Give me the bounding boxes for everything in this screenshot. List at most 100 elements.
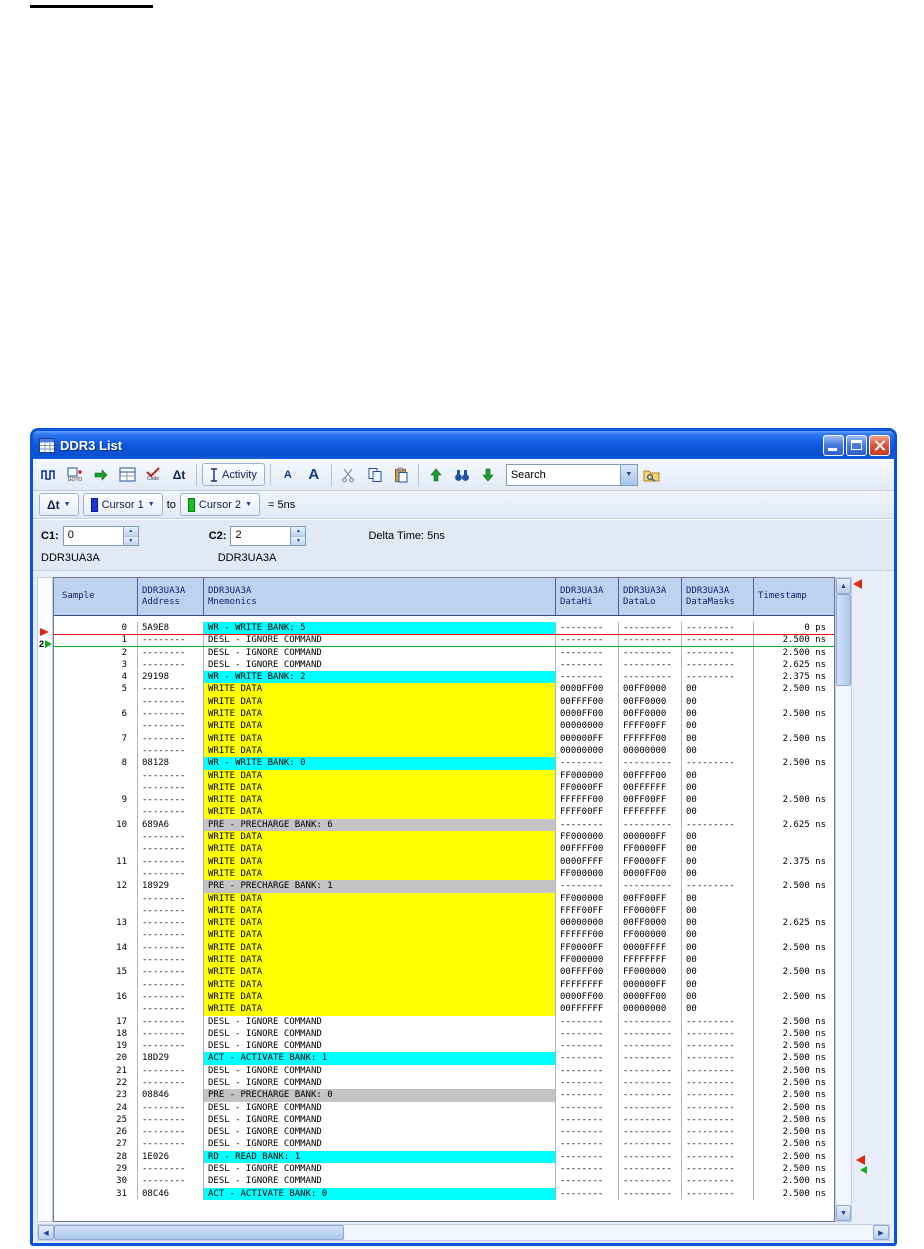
table-row[interactable]: -------- WRITE DATA FF000000 00FFFF00 00 bbox=[54, 769, 834, 782]
cursor1-margin-flag[interactable] bbox=[853, 579, 862, 589]
table-row[interactable]: 2 -------- DESL - IGNORE COMMAND -------- --… bbox=[54, 646, 834, 659]
scroll-right-icon[interactable]: ▶ bbox=[873, 1225, 889, 1240]
table-row[interactable]: 31 08C46 ACT - ACTIVATE BANK: 0 -------- ---… bbox=[54, 1187, 834, 1200]
c1-spin-down-icon[interactable]: ▼ bbox=[123, 536, 138, 545]
activity-button[interactable]: Activity bbox=[202, 463, 265, 486]
table-row[interactable]: 28 1E026 RD - READ BANK: 1 -------- --------… bbox=[54, 1150, 834, 1164]
c2-spin-down-icon[interactable]: ▼ bbox=[291, 536, 306, 545]
cursor1-dropdown[interactable]: Cursor 1 ▼ bbox=[82, 493, 163, 516]
cursor1-marker[interactable] bbox=[40, 628, 49, 636]
table-row[interactable]: 4 29198 WR - WRITE BANK: 2 -------- --------… bbox=[54, 671, 834, 684]
search-dropdown-button[interactable]: ▼ bbox=[619, 464, 637, 485]
table-row[interactable]: 29 -------- DESL - IGNORE COMMAND -------- -… bbox=[54, 1163, 834, 1176]
search-options-button[interactable] bbox=[640, 463, 664, 487]
table-row[interactable]: -------- WRITE DATA 00000000 00000000 00 bbox=[54, 744, 834, 758]
column-header-mnemonics[interactable]: DDR3UA3A Mnemonics bbox=[204, 578, 556, 615]
table-row[interactable]: 20 18D29 ACT - ACTIVATE BANK: 1 -------- ---… bbox=[54, 1052, 834, 1065]
vertical-scroll-thumb[interactable] bbox=[836, 594, 851, 686]
table-row[interactable]: -------- WRITE DATA 00FFFF00 FF0000FF 00 bbox=[54, 843, 834, 856]
table-row[interactable]: 7 -------- WRITE DATA 000000FF FFFFFF00 00 2.5… bbox=[54, 732, 834, 745]
table-row[interactable]: 13 -------- WRITE DATA 00000000 00FF0000 00 2.… bbox=[54, 917, 834, 930]
table-row[interactable]: 8 08128 WR - WRITE BANK: 0 -------- --------… bbox=[54, 757, 834, 770]
font-decrease-button[interactable]: A bbox=[276, 463, 300, 487]
c1-value[interactable]: 0 bbox=[64, 527, 123, 545]
c1-spin-up-icon[interactable]: ▲ bbox=[123, 527, 138, 537]
minimize-button[interactable] bbox=[823, 434, 844, 456]
paste-button[interactable] bbox=[389, 463, 413, 487]
cursor-gutter[interactable]: 2 bbox=[37, 577, 53, 1222]
table-row[interactable]: 17 -------- DESL - IGNORE COMMAND -------- -… bbox=[54, 1015, 834, 1028]
column-header-datalo[interactable]: DDR3UA3A DataLo bbox=[619, 578, 682, 615]
scroll-up-icon[interactable]: ▲ bbox=[836, 578, 851, 594]
scroll-left-icon[interactable]: ◀ bbox=[38, 1225, 54, 1240]
table-row[interactable]: 25 -------- DESL - IGNORE COMMAND -------- -… bbox=[54, 1113, 834, 1127]
table-row[interactable]: -------- WRITE DATA FFFF00FF FF0000FF 00 bbox=[54, 904, 834, 918]
c2-value[interactable]: 2 bbox=[231, 527, 290, 545]
title-bar[interactable]: DDR3 List bbox=[33, 431, 894, 459]
column-header-datahi[interactable]: DDR3UA3A DataHi bbox=[556, 578, 619, 615]
cursor2-line[interactable] bbox=[54, 646, 834, 647]
table-row[interactable]: 27 -------- DESL - IGNORE COMMAND -------- -… bbox=[54, 1138, 834, 1151]
table-row[interactable]: -------- WRITE DATA FFFFFFFF 000000FF 00 bbox=[54, 978, 834, 991]
table-row[interactable]: 11 -------- WRITE DATA 0000FFFF FF0000FF 00 2.… bbox=[54, 855, 834, 868]
vertical-scrollbar[interactable]: ▲ ▼ bbox=[835, 577, 852, 1222]
cursor-offscreen-green-marker[interactable] bbox=[860, 1166, 867, 1174]
table-row[interactable]: 23 08846 PRE - PRECHARGE BANK: 0 -------- --… bbox=[54, 1089, 834, 1102]
table-row[interactable]: 15 -------- WRITE DATA 00FFFF00 FF000000 00 2.… bbox=[54, 966, 834, 979]
code-button[interactable]: Code bbox=[141, 463, 165, 487]
table-row[interactable]: 21 -------- DESL - IGNORE COMMAND -------- -… bbox=[54, 1064, 834, 1077]
timing-columns-button[interactable] bbox=[37, 463, 61, 487]
table-row[interactable]: 5 -------- WRITE DATA 0000FF00 00FF0000 00 2.5… bbox=[54, 683, 834, 696]
goto-button[interactable]: GOTO bbox=[63, 463, 87, 487]
cursor2-marker[interactable]: 2 bbox=[39, 639, 53, 649]
scroll-down-icon[interactable]: ▼ bbox=[836, 1205, 851, 1221]
table-row[interactable]: -------- WRITE DATA FFFFFF00 FF000000 00 bbox=[54, 929, 834, 942]
table-row[interactable]: -------- WRITE DATA FFFF00FF FFFFFFFF 00 bbox=[54, 806, 834, 819]
properties-button[interactable] bbox=[115, 463, 139, 487]
column-header-datamasks[interactable]: DDR3UA3A DataMasks bbox=[682, 578, 754, 615]
table-row[interactable]: 14 -------- WRITE DATA FF0000FF 0000FFFF 00 2.… bbox=[54, 941, 834, 955]
table-row[interactable]: 10 689A6 PRE - PRECHARGE BANK: 6 -------- --… bbox=[54, 818, 834, 832]
table-row[interactable]: 24 -------- DESL - IGNORE COMMAND -------- -… bbox=[54, 1101, 834, 1114]
table-row[interactable]: -------- WRITE DATA FF000000 000000FF 00 bbox=[54, 831, 834, 844]
table-row[interactable]: -------- WRITE DATA 00000000 FFFF00FF 00 bbox=[54, 720, 834, 733]
close-button[interactable] bbox=[869, 434, 890, 456]
table-row[interactable]: -------- WRITE DATA FF0000FF 00FFFFFF 00 bbox=[54, 781, 834, 795]
table-row[interactable]: 9 -------- WRITE DATA FFFFFF00 00FF00FF 00 2.5… bbox=[54, 794, 834, 807]
table-row[interactable]: 0 5A9E8 WR - WRITE BANK: 5 -------- --------… bbox=[54, 622, 834, 635]
horizontal-scroll-track[interactable] bbox=[54, 1225, 873, 1240]
c2-spinbox[interactable]: 2 ▲ ▼ bbox=[230, 526, 307, 546]
table-row[interactable]: 3 -------- DESL - IGNORE COMMAND -------- --… bbox=[54, 658, 834, 672]
find-button[interactable] bbox=[450, 463, 474, 487]
table-row[interactable]: 16 -------- WRITE DATA 0000FF00 0000FF00 00 2.… bbox=[54, 990, 834, 1004]
font-increase-button[interactable]: A bbox=[302, 463, 326, 487]
table-row[interactable]: 22 -------- DESL - IGNORE COMMAND -------- -… bbox=[54, 1076, 834, 1090]
search-down-button[interactable] bbox=[476, 463, 500, 487]
cut-button[interactable] bbox=[337, 463, 361, 487]
vertical-scroll-track[interactable] bbox=[836, 594, 851, 1205]
table-row[interactable]: 26 -------- DESL - IGNORE COMMAND -------- -… bbox=[54, 1126, 834, 1139]
cursor1-line[interactable] bbox=[54, 634, 834, 635]
cursor-offscreen-red-marker[interactable] bbox=[856, 1155, 865, 1165]
maximize-button[interactable] bbox=[846, 434, 867, 456]
copy-button[interactable] bbox=[363, 463, 387, 487]
column-header-timestamp[interactable]: Timestamp bbox=[754, 578, 834, 615]
delta-time-tool-button[interactable]: Δt bbox=[167, 463, 191, 487]
table-row[interactable]: 30 -------- DESL - IGNORE COMMAND -------- -… bbox=[54, 1175, 834, 1188]
table-row[interactable]: 18 -------- DESL - IGNORE COMMAND -------- -… bbox=[54, 1027, 834, 1041]
table-row[interactable]: -------- WRITE DATA 00FFFFFF 00000000 00 bbox=[54, 1003, 834, 1016]
delta-t-dropdown[interactable]: Δt ▼ bbox=[39, 493, 79, 516]
c1-spinbox[interactable]: 0 ▲ ▼ bbox=[62, 526, 139, 546]
table-row[interactable]: -------- WRITE DATA FF000000 00FF00FF 00 bbox=[54, 892, 834, 905]
search-up-button[interactable] bbox=[424, 463, 448, 487]
table-row[interactable]: -------- WRITE DATA FF000000 0000FF00 00 bbox=[54, 867, 834, 881]
mark-button[interactable] bbox=[89, 463, 113, 487]
table-row[interactable]: -------- WRITE DATA FF000000 FFFFFFFF 00 bbox=[54, 954, 834, 967]
search-input[interactable] bbox=[506, 464, 620, 485]
column-header-sample[interactable]: Sample bbox=[54, 578, 138, 615]
table-row[interactable]: 1 -------- DESL - IGNORE COMMAND -------- --… bbox=[54, 634, 834, 647]
table-row[interactable]: 19 -------- DESL - IGNORE COMMAND -------- -… bbox=[54, 1040, 834, 1053]
horizontal-scroll-thumb[interactable] bbox=[54, 1225, 344, 1240]
c2-spin-up-icon[interactable]: ▲ bbox=[291, 527, 306, 537]
table-row[interactable]: 12 18929 PRE - PRECHARGE BANK: 1 -------- --… bbox=[54, 880, 834, 893]
